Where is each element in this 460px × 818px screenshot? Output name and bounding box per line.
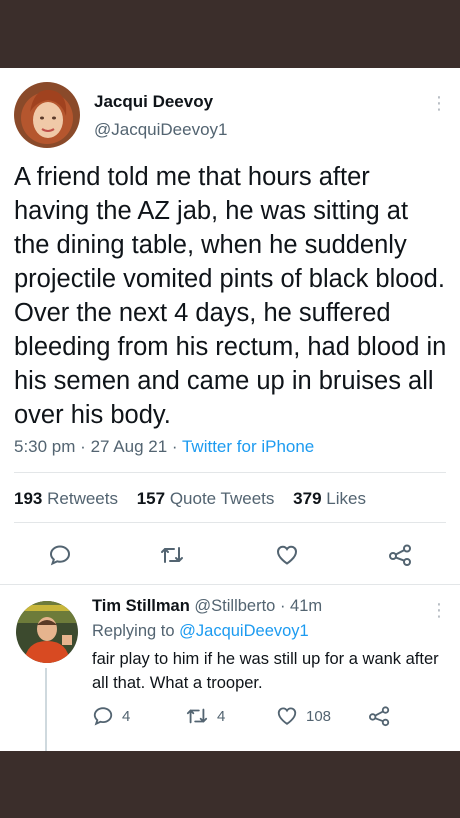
more-options-icon[interactable]: ⋮ <box>430 94 448 112</box>
reply-like-button[interactable]: 108 <box>276 705 331 727</box>
tweet-source[interactable]: Twitter for iPhone <box>182 437 314 456</box>
reply-icon <box>93 707 113 726</box>
meta-separator: · <box>80 437 86 456</box>
replying-to-label: Replying to <box>92 622 175 640</box>
tweet-date[interactable]: 27 Aug 21 <box>91 437 168 456</box>
reply-author-handle[interactable]: @Stillberto <box>194 597 275 615</box>
reply-reply-button[interactable]: 4 <box>92 705 130 727</box>
tweet-meta: 5:30 pm · 27 Aug 21 · Twitter for iPhone <box>14 437 314 457</box>
divider <box>14 522 446 523</box>
meta-separator: · <box>279 597 286 615</box>
reply-text: fair play to him if he was still up for … <box>92 650 439 692</box>
like-icon[interactable] <box>273 541 301 569</box>
retweet-icon[interactable] <box>158 541 186 569</box>
thread-line <box>45 668 47 751</box>
tweet-stats: 193 Retweets 157 Quote Tweets 379 Likes <box>14 489 366 509</box>
quote-tweets-stat[interactable]: 157 Quote Tweets <box>137 489 275 508</box>
replying-to-line: Replying to @JacquiDeevoy1 <box>92 622 309 641</box>
reply-share-button[interactable] <box>368 705 400 727</box>
divider <box>14 472 446 473</box>
reply-count: 4 <box>122 707 131 725</box>
reply-like-count: 108 <box>306 707 332 725</box>
tweet-text: A friend told me that hours after having… <box>14 163 447 429</box>
author-avatar[interactable] <box>14 82 80 148</box>
reply-retweet-count: 4 <box>217 707 226 725</box>
reply-retweet-button[interactable]: 4 <box>185 705 225 727</box>
like-icon <box>277 707 297 725</box>
reply-icon[interactable] <box>46 541 74 569</box>
reply-author-avatar[interactable] <box>16 601 78 663</box>
divider <box>0 584 460 585</box>
reply-header: Tim Stillman @Stillberto · 41m <box>92 597 322 616</box>
retweet-icon <box>186 708 208 724</box>
reply-age[interactable]: 41m <box>290 597 322 615</box>
share-icon <box>368 706 390 727</box>
meta-separator: · <box>171 437 178 456</box>
share-icon[interactable] <box>387 541 415 569</box>
reply-author-name[interactable]: Tim Stillman <box>92 597 190 615</box>
retweets-stat[interactable]: 193 Retweets <box>14 489 118 508</box>
author-name[interactable]: Jacqui Deevoy <box>94 92 213 112</box>
tweet-time[interactable]: 5:30 pm <box>14 437 75 456</box>
author-handle[interactable]: @JacquiDeevoy1 <box>94 120 228 140</box>
replying-to-handle[interactable]: @JacquiDeevoy1 <box>179 622 309 640</box>
reply-more-options-icon[interactable]: ⋮ <box>430 601 448 619</box>
likes-stat[interactable]: 379 Likes <box>293 489 366 508</box>
